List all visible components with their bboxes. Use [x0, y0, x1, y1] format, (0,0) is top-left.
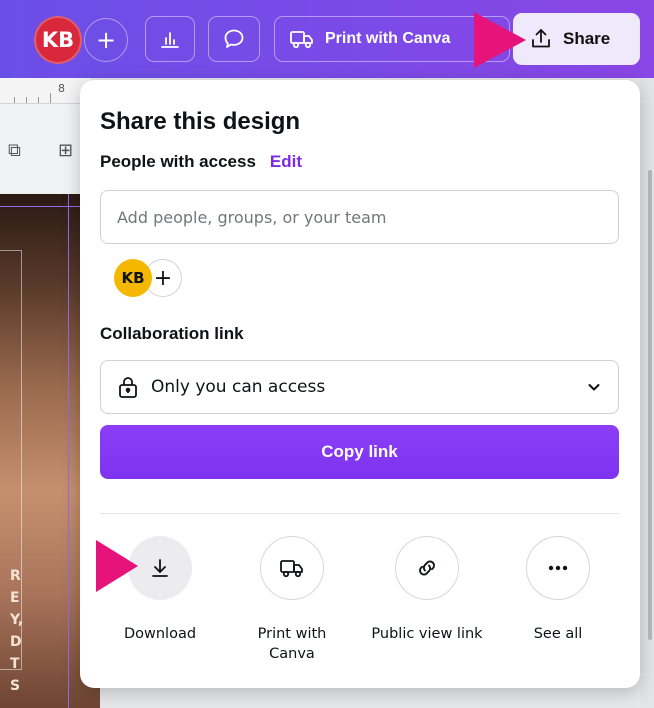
page-toolbar: ⧉ ⊞	[0, 104, 90, 194]
canvas-text-letter: R	[10, 568, 21, 584]
ruler-number: 8	[58, 82, 65, 95]
member-avatar[interactable]: KB	[114, 259, 152, 297]
annotation-arrow-download	[96, 540, 138, 592]
canvas-text-letter: S	[10, 678, 21, 694]
upload-icon	[532, 29, 550, 48]
ruler-tick	[26, 97, 27, 103]
download-label: Download	[123, 626, 197, 642]
truck-icon	[280, 560, 303, 578]
comment-icon	[224, 29, 244, 48]
text-frame	[0, 250, 22, 670]
see-all-action[interactable]: See all	[493, 536, 623, 644]
public-view-link-action[interactable]: Public view link	[362, 536, 492, 644]
download-icon	[152, 559, 168, 577]
collaboration-link-label: Collaboration link	[100, 324, 244, 343]
more-icon	[548, 565, 568, 571]
selection-guide-vertical	[68, 194, 69, 708]
print-with-canva-action[interactable]: Print with Canva	[227, 536, 357, 664]
add-people-input[interactable]	[100, 190, 619, 244]
truck-icon	[290, 31, 313, 49]
link-icon	[419, 560, 435, 576]
horizontal-ruler: 8	[0, 78, 90, 104]
canvas-text-letter: Y,	[10, 612, 24, 628]
annotation-arrow-share	[474, 12, 526, 68]
ruler-tick	[38, 97, 39, 103]
print-with-canva-label: Print with Canva	[257, 626, 327, 662]
print-with-canva-option-button[interactable]	[260, 536, 324, 600]
see-all-label: See all	[533, 626, 583, 642]
add-collaborator-button[interactable]: +	[84, 18, 128, 62]
comments-button[interactable]	[208, 16, 260, 62]
link-access-value: Only you can access	[151, 377, 326, 397]
edit-access-link[interactable]: Edit	[270, 152, 302, 172]
copy-link-button[interactable]: Copy link	[100, 425, 619, 479]
chevron-down-icon	[588, 384, 600, 391]
vertical-scrollbar[interactable]	[648, 170, 652, 640]
public-view-link-label: Public view link	[371, 626, 483, 642]
member-list: KB +	[114, 259, 182, 297]
share-button-label: Share	[563, 29, 611, 48]
see-all-button[interactable]	[526, 536, 590, 600]
share-panel: Share this design People with access Edi…	[80, 80, 640, 688]
section-divider	[100, 513, 619, 514]
people-access-row: People with access Edit	[100, 152, 302, 172]
lock-icon	[119, 377, 137, 398]
ruler-tick	[14, 97, 15, 103]
ruler-tick	[50, 93, 51, 103]
panel-title: Share this design	[100, 108, 301, 135]
link-access-dropdown[interactable]: Only you can access	[100, 360, 619, 414]
people-access-label: People with access	[100, 152, 256, 171]
bar-chart-icon	[161, 32, 179, 48]
top-bar: KB + Print with Canva Share	[0, 0, 654, 78]
print-button-label: Print with Canva	[325, 30, 451, 47]
share-button[interactable]: Share	[513, 13, 640, 65]
public-view-link-button[interactable]	[395, 536, 459, 600]
add-page-icon[interactable]: ⊞	[58, 140, 73, 161]
insights-button[interactable]	[145, 16, 195, 62]
canvas-text-letter: D	[10, 634, 22, 650]
user-avatar[interactable]: KB	[34, 16, 82, 64]
canvas-text-letter: T	[10, 656, 20, 672]
canvas-text-letter: E	[10, 590, 20, 606]
duplicate-page-icon[interactable]: ⧉	[8, 140, 21, 161]
